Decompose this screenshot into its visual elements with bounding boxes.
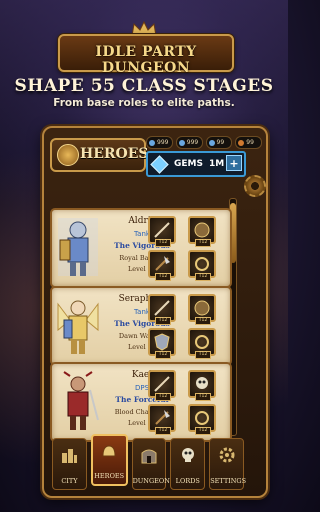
helmet-icon <box>57 144 79 166</box>
equip-slot-offhand[interactable]: T12 <box>188 294 216 325</box>
equip-slot-accessory[interactable]: T12 <box>188 328 216 359</box>
nav-city[interactable]: CITY <box>52 438 87 490</box>
currency-value: 999 <box>157 139 169 146</box>
tier-badge: T12 <box>195 239 211 247</box>
equip-slot-armor[interactable]: T12 <box>148 404 176 435</box>
dungeon-icon <box>141 449 157 464</box>
currency-value: 99 <box>246 139 254 146</box>
gem-icon <box>150 154 169 174</box>
game-logo-text: IDLE PARTY DUNGEON <box>95 44 197 76</box>
panel-title: HEROES <box>80 146 149 162</box>
currency-bar: 999 999 99 99 <box>146 136 262 149</box>
tier-badge: T12 <box>155 351 171 359</box>
equip-slot-weapon[interactable]: T12 <box>148 294 176 325</box>
nav-label: DUNGEONS <box>132 477 175 485</box>
promo-headline: SHAPE 55 CLASS STAGES <box>14 76 274 96</box>
equip-slot-armor[interactable]: T12 <box>148 250 176 281</box>
game-logo: IDLE PARTY DUNGEON <box>58 34 234 76</box>
nav-heroes[interactable]: HEROES <box>90 434 128 486</box>
skull-icon <box>181 448 194 462</box>
tier-badge: T12 <box>195 317 211 325</box>
tier-badge: T12 <box>195 273 211 281</box>
tier-badge: T12 <box>195 351 211 359</box>
currency-2: 999 <box>175 136 203 149</box>
currency-3: 99 <box>205 136 233 149</box>
gems-counter: GEMS 1M + <box>146 151 246 177</box>
tier-badge: T12 <box>155 427 171 435</box>
add-gems-button[interactable]: + <box>226 155 242 171</box>
equip-slot-accessory[interactable]: T12 <box>188 404 216 435</box>
city-icon <box>62 449 78 463</box>
bottom-navigation: CITY HEROES DUNGEONS LORDS SETTINGS <box>52 434 247 490</box>
tier-badge: T12 <box>155 273 171 281</box>
equip-slot-armor[interactable]: T12 <box>148 328 176 359</box>
gear-icon <box>219 447 235 463</box>
winged-paladin-portrait <box>57 300 99 354</box>
nav-lords[interactable]: LORDS <box>170 438 206 490</box>
hero-card-kael[interactable]: Kael DPS The Forceful Blood Champion Lev… <box>50 362 232 442</box>
nav-settings[interactable]: SETTINGS <box>209 438 247 490</box>
gear-icon[interactable] <box>244 175 266 197</box>
blue-orb-icon <box>208 139 215 146</box>
nav-label: CITY <box>61 477 78 485</box>
nav-label: HEROES <box>94 472 125 480</box>
promo-subline: From base roles to elite paths. <box>53 97 235 109</box>
hero-card-seraphine[interactable]: Seraphine Tank The Vigorous Dawn Warden … <box>50 286 232 366</box>
tier-badge: T12 <box>155 239 171 247</box>
armored-knight-portrait <box>58 218 98 276</box>
currency-value: 999 <box>186 139 199 146</box>
helmet-icon <box>102 445 116 457</box>
equip-slot-weapon[interactable]: T12 <box>148 370 176 401</box>
currency-value: 99 <box>216 139 225 146</box>
currency-1: 999 <box>146 136 173 149</box>
equip-slot-weapon[interactable]: T12 <box>148 216 176 247</box>
blue-orb-icon <box>178 139 185 146</box>
gems-value: 1M <box>208 159 225 169</box>
gems-label: GEMS <box>174 159 203 169</box>
currency-4: 99 <box>235 136 262 149</box>
nav-label: SETTINGS <box>210 477 247 485</box>
orange-orb-icon <box>238 139 245 146</box>
equip-slot-accessory[interactable]: T12 <box>188 250 216 281</box>
equip-slot-offhand[interactable]: T12 <box>188 216 216 247</box>
heroes-panel-header: HEROES <box>50 138 149 172</box>
hero-card-aldric[interactable]: Aldric Tank The Vigorous Royal Bastion L… <box>50 208 232 288</box>
tier-badge: T12 <box>155 393 171 401</box>
crimson-warrior-portrait <box>63 371 99 430</box>
tier-badge: T12 <box>155 317 171 325</box>
nav-dungeons[interactable]: DUNGEONS <box>131 438 175 490</box>
tier-badge: T12 <box>195 393 211 401</box>
tier-badge: T12 <box>195 427 211 435</box>
nav-label: LORDS <box>175 477 200 485</box>
equip-slot-offhand[interactable]: T12 <box>188 370 216 401</box>
blue-orb-icon <box>149 139 155 146</box>
